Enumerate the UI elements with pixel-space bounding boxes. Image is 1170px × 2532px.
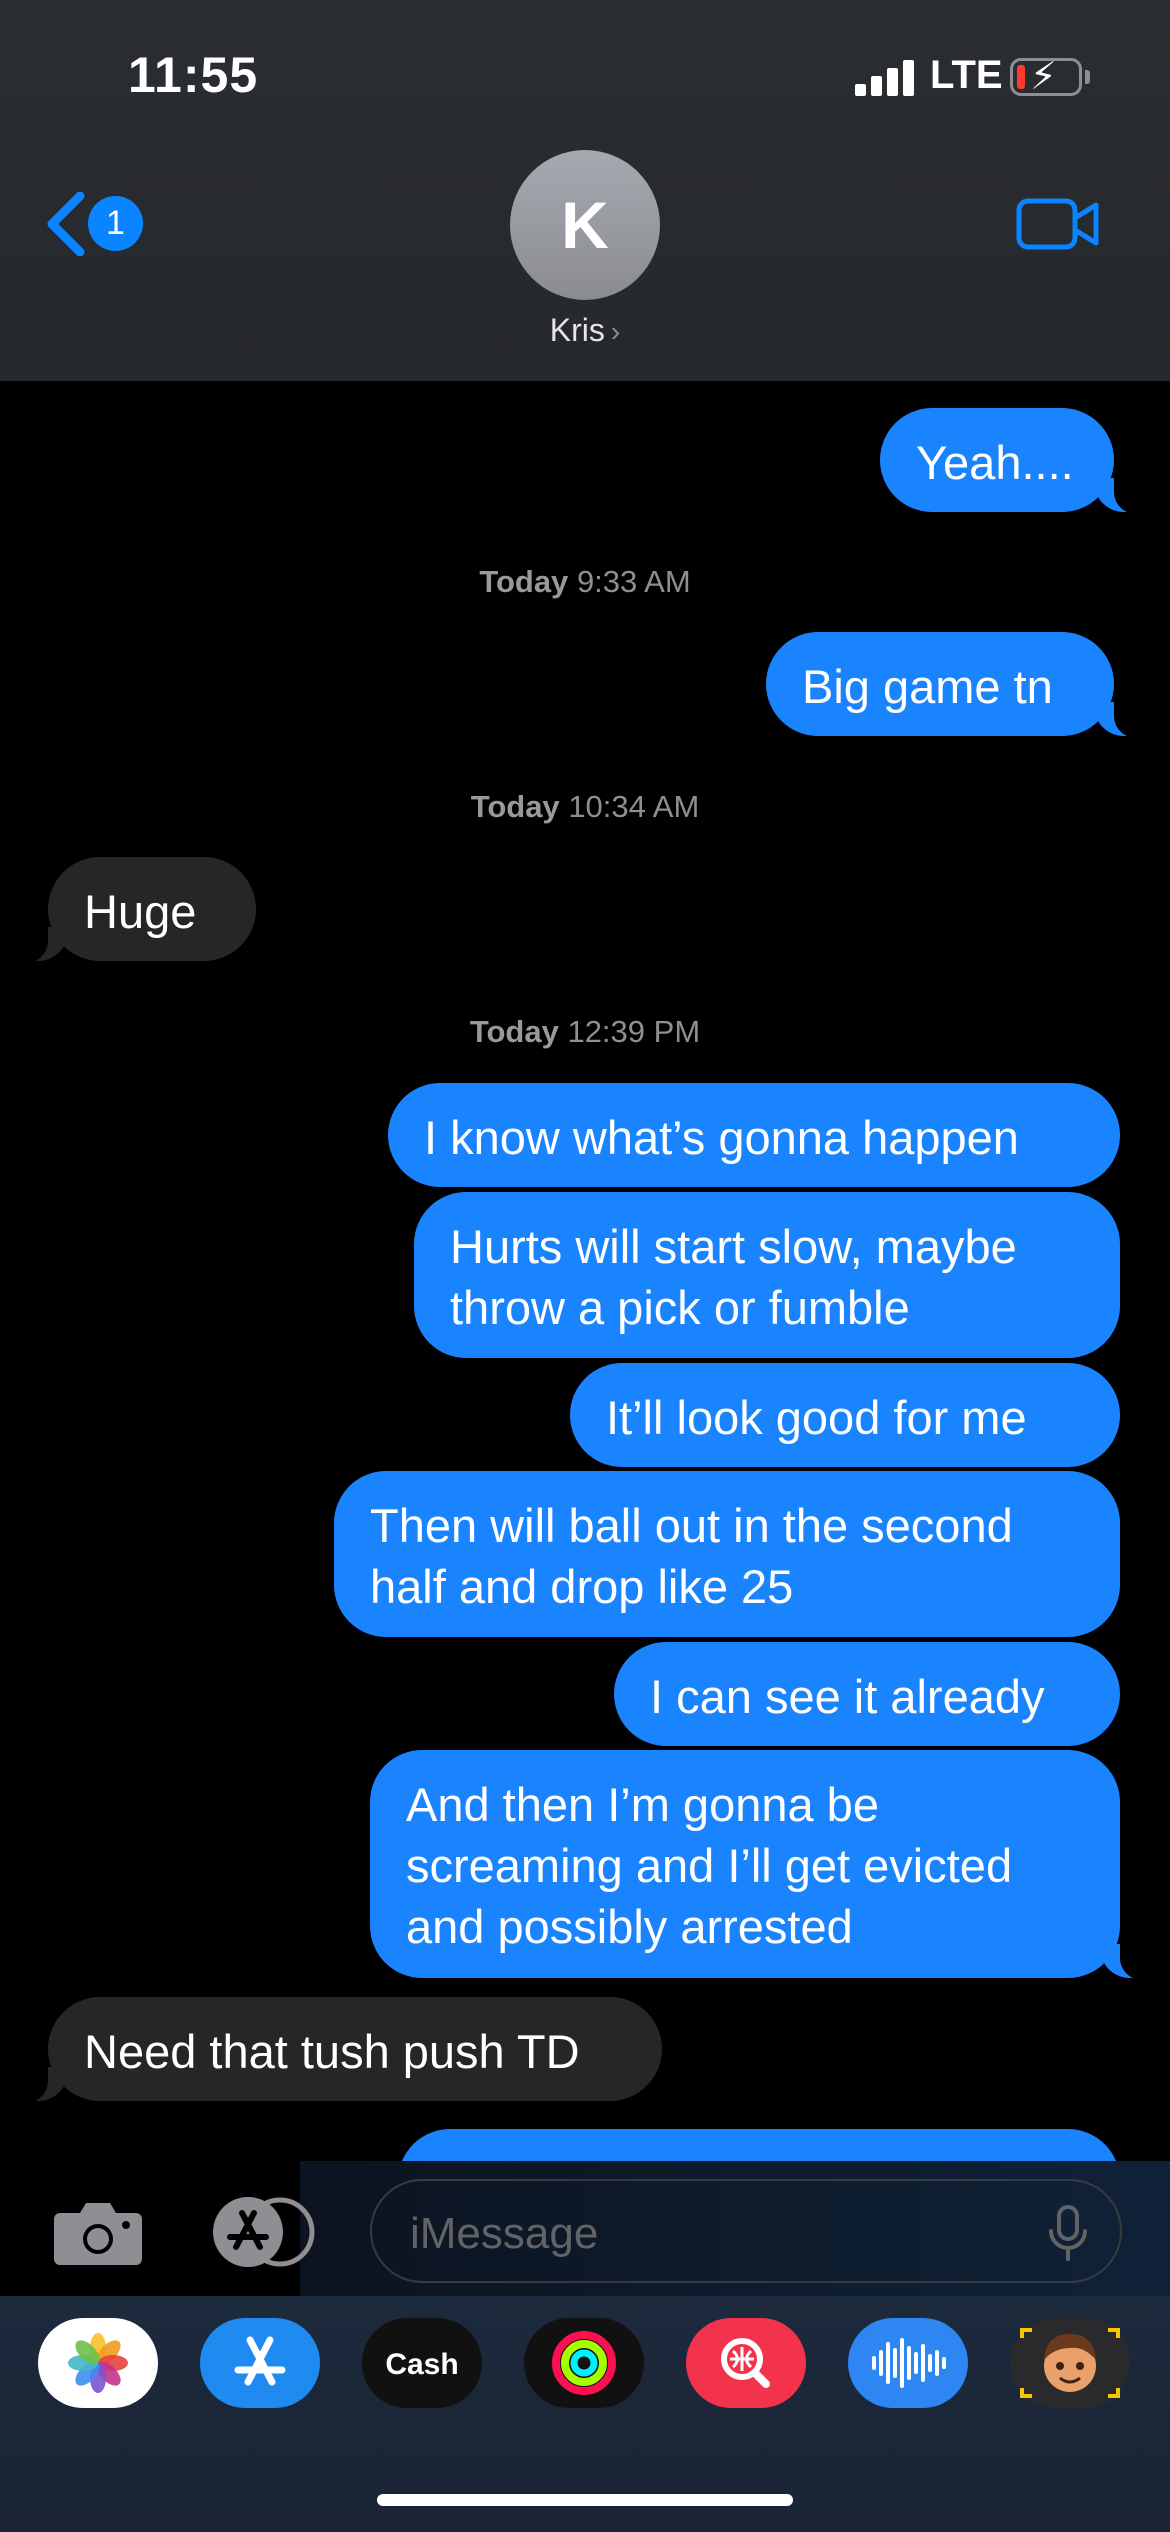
message-bubble-outgoing[interactable]: I can see it already	[614, 1642, 1120, 1746]
camera-icon	[54, 2203, 142, 2265]
image-search-button[interactable]	[686, 2318, 806, 2408]
back-button[interactable]: 1	[44, 188, 154, 260]
message-text: I know what’s gonna happen	[424, 1111, 1019, 1164]
message-text: It’ll look good for me	[606, 1391, 1027, 1444]
app-store-button[interactable]	[200, 2318, 320, 2408]
message-text: Hurts will start slow, maybe throw a pic…	[450, 1220, 1017, 1334]
message-text: Huge	[84, 885, 197, 938]
audio-message-button[interactable]	[848, 2318, 968, 2408]
message-bubble-incoming[interactable]: Huge	[16, 857, 256, 963]
facetime-video-button[interactable]	[1016, 196, 1100, 257]
message-bubble-outgoing[interactable]: I know what’s gonna happen	[388, 1083, 1120, 1187]
message-text: I can see it already	[650, 1670, 1045, 1723]
chevron-right-icon: ›	[610, 316, 621, 347]
microphone-icon[interactable]	[1048, 2205, 1088, 2261]
home-indicator[interactable]	[377, 2494, 793, 2506]
contact-name-button[interactable]: Kris ›	[485, 312, 685, 349]
message-text: And then I’m gonna be screaming and I’ll…	[406, 1778, 1013, 1953]
timestamp: Today 10:34 AM	[470, 789, 700, 824]
contact-avatar[interactable]: K	[510, 150, 660, 300]
imessage-input[interactable]: iMessage	[370, 2179, 1122, 2283]
status-time: 11:55	[128, 47, 259, 103]
network-type: LTE	[930, 53, 1003, 97]
unread-badge: 1	[88, 196, 143, 251]
photos-app-icon	[38, 2318, 158, 2408]
timestamp: Today 12:39 PM	[469, 1014, 701, 1049]
battery-icon: ⚡	[1010, 56, 1082, 98]
apps-button[interactable]	[208, 2197, 320, 2272]
video-camera-icon	[1016, 198, 1099, 250]
image-search-icon	[686, 2318, 806, 2408]
fitness-button[interactable]	[524, 2318, 644, 2408]
cellular-signal-icon	[855, 60, 915, 96]
message-bubble-outgoing[interactable]: Yeah....	[880, 408, 1146, 514]
message-bubble-outgoing[interactable]: And then I’m gonna be screaming and I’ll…	[370, 1750, 1152, 1980]
message-text: Big game tn	[802, 660, 1053, 713]
message-bubble-incoming[interactable]: Need that tush push TD	[16, 1997, 662, 2103]
timestamp: Today 9:33 AM	[479, 564, 691, 599]
memoji-icon	[1010, 2318, 1130, 2408]
battery-cap	[1085, 70, 1090, 84]
message-bubble-outgoing[interactable]: Hurts will start slow, maybe throw a pic…	[414, 1192, 1120, 1358]
app-store-icon	[200, 2318, 320, 2408]
memoji-button[interactable]	[1010, 2318, 1130, 2408]
message-text: Yeah....	[916, 436, 1074, 489]
conversation-header: 11:55 LTE ⚡ 1 K Kris ›	[0, 0, 1170, 381]
camera-button[interactable]	[52, 2197, 144, 2272]
message-text: Then will ball out in the second half an…	[370, 1499, 1013, 1613]
chevron-left-icon	[47, 192, 85, 256]
message-composer: iMessage	[0, 2161, 1170, 2296]
fitness-activity-icon	[524, 2318, 644, 2408]
contact-name: Kris	[549, 312, 605, 348]
message-bubble-outgoing[interactable]: It’ll look good for me	[570, 1363, 1120, 1467]
photos-app-button[interactable]	[38, 2318, 158, 2408]
message-bubble-outgoing[interactable]: Big game tn	[766, 632, 1146, 738]
message-thread[interactable]: Yeah.... Today 9:33 AM Big game tn Today…	[0, 381, 1170, 2161]
audio-message-icon	[848, 2318, 968, 2408]
apple-cash-icon: Cash	[362, 2318, 482, 2408]
svg-text:Cash: Cash	[385, 2348, 458, 2381]
message-text: Need that tush push TD	[84, 2025, 580, 2078]
message-bubble-outgoing[interactable]: Then will ball out in the second half an…	[334, 1471, 1120, 1637]
message-bubble-outgoing-partial[interactable]	[398, 2129, 1120, 2161]
imessage-placeholder: iMessage	[410, 2209, 599, 2258]
app-store-apps-icon	[213, 2197, 315, 2267]
apple-cash-button[interactable]: Cash	[362, 2318, 482, 2408]
